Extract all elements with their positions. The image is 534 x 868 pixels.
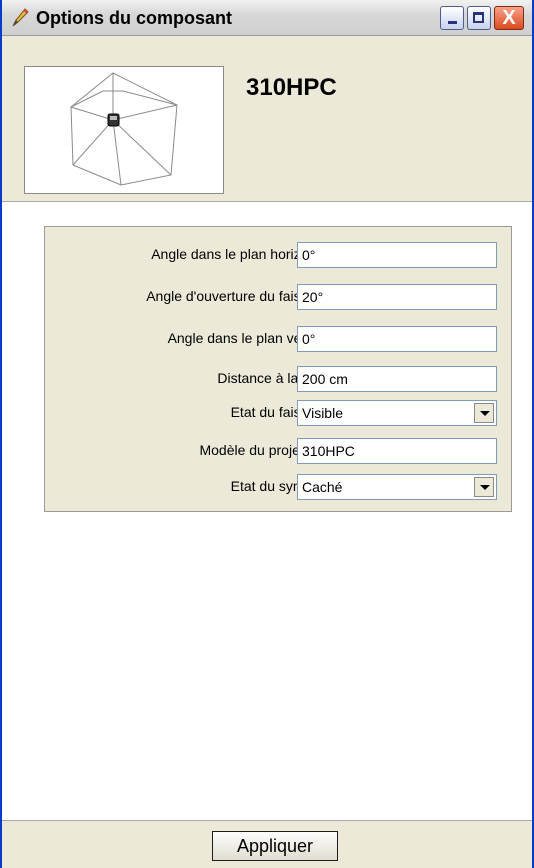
maximize-icon	[473, 12, 484, 23]
component-header: 310HPC	[2, 36, 532, 202]
dialog-window: Options du composant X 310HPC Angle dans…	[0, 0, 534, 868]
properties-panel: Angle dans le plan horizontal 0° Angle d…	[44, 226, 512, 512]
property-row: Etat du symbole Caché	[45, 471, 511, 501]
maximize-button[interactable]	[467, 6, 491, 30]
pencil-icon	[10, 7, 30, 29]
beam-aperture-input[interactable]: 20°	[297, 284, 497, 310]
title-bar[interactable]: Options du composant X	[2, 0, 532, 36]
window-title: Options du composant	[36, 8, 232, 28]
close-icon: X	[502, 7, 516, 29]
property-row: Angle dans le plan vertical 0°	[45, 323, 511, 353]
vertical-angle-input[interactable]: 0°	[297, 326, 497, 352]
property-row: Angle dans le plan horizontal 0°	[45, 239, 511, 269]
chevron-down-icon[interactable]	[474, 403, 494, 423]
symbol-state-value: Caché	[302, 479, 343, 495]
property-row: Etat du faisceau Visible	[45, 397, 511, 427]
beam-state-select[interactable]: Visible	[297, 400, 497, 426]
component-preview	[24, 66, 224, 194]
chevron-down-icon[interactable]	[474, 477, 494, 497]
dialog-footer: Appliquer	[2, 820, 532, 868]
minimize-button[interactable]	[440, 6, 464, 30]
symbol-state-select[interactable]: Caché	[297, 474, 497, 500]
horizontal-angle-input[interactable]: 0°	[297, 242, 497, 268]
target-distance-input[interactable]: 200 cm	[297, 366, 497, 392]
component-name: 310HPC	[246, 74, 337, 101]
close-button[interactable]: X	[494, 6, 524, 30]
minimize-icon	[448, 21, 457, 24]
property-row: Distance à la cible 200 cm	[45, 363, 511, 393]
beam-state-value: Visible	[302, 405, 343, 421]
projector-model-input[interactable]: 310HPC	[297, 438, 497, 464]
apply-button[interactable]: Appliquer	[212, 831, 338, 861]
property-row: Angle d'ouverture du faisceau 20°	[45, 281, 511, 311]
projector-beam-diagram	[70, 72, 178, 186]
property-row: Modèle du projecteur 310HPC	[45, 435, 511, 465]
